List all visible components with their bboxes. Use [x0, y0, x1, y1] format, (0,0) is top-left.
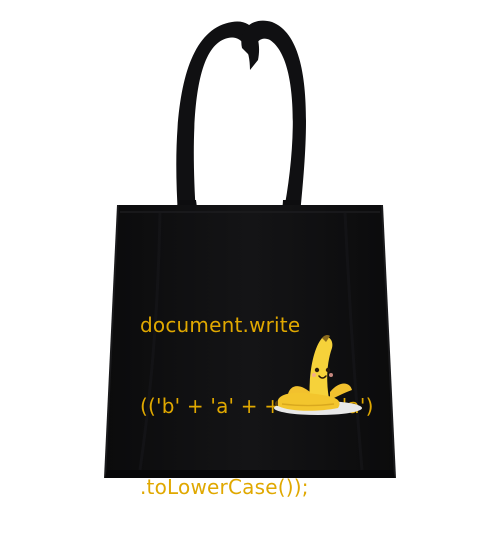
code-line-3: .toLowerCase());	[140, 475, 309, 499]
banana-icon	[274, 334, 362, 415]
right-handle	[241, 20, 306, 216]
tote-bag-product-image: document.write (('b' + 'a' + + 'a' + 'a'…	[0, 0, 500, 500]
